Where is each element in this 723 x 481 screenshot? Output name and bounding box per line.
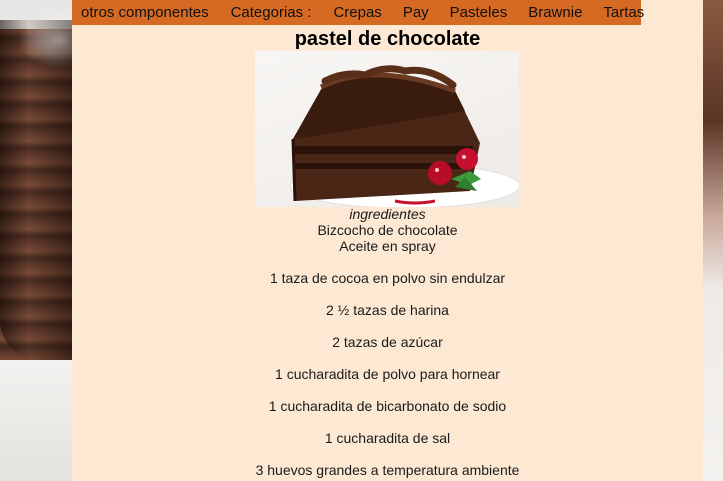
background-photo-left (0, 0, 72, 481)
nav-item-tartas[interactable]: Tartas (603, 3, 644, 23)
ingredient-item: 1 cucharadita de sal (324, 430, 451, 446)
ingredient-item: 1 taza de cocoa en polvo sin endulzar (269, 270, 506, 286)
recipe-title: pastel de chocolate (294, 28, 481, 50)
ingredient-item: 2 ½ tazas de harina (326, 302, 449, 318)
ingredient-item: 2 tazas de azúcar (332, 334, 443, 350)
ingredient-item: 1 cucharadita de bicarbonato de sodio (268, 398, 507, 414)
top-navbar: otros componentes Categorias : Crepas Pa… (72, 0, 644, 25)
nav-item-brawnie[interactable]: Brawnie (528, 3, 582, 23)
ingredients-heading: ingredientes (349, 206, 426, 222)
background-photo-right (703, 0, 723, 481)
background-chocolate-cup (0, 20, 72, 360)
background-plate (0, 360, 72, 481)
nav-item-crepas[interactable]: Crepas (333, 3, 381, 23)
ingredient-item: 1 cucharadita de polvo para hornear (275, 366, 500, 382)
intro-line: Aceite en spray (339, 238, 436, 254)
nav-item-pay[interactable]: Pay (403, 3, 429, 23)
chocolate-cake-illustration (289, 65, 519, 207)
ingredients-section: ingredientes Bizcocho de chocolate Aceit… (72, 206, 703, 478)
nav-item-categorias[interactable]: Categorias : (231, 3, 312, 23)
nav-item-otros-componentes[interactable]: otros componentes (81, 3, 209, 23)
nav-item-pasteles[interactable]: Pasteles (450, 3, 508, 23)
main-content: otros componentes Categorias : Crepas Pa… (72, 0, 703, 481)
chocolate-cake-image (255, 51, 519, 207)
ingredient-item: 3 huevos grandes a temperatura ambiente (255, 462, 520, 478)
intro-line: Bizcocho de chocolate (317, 222, 458, 238)
